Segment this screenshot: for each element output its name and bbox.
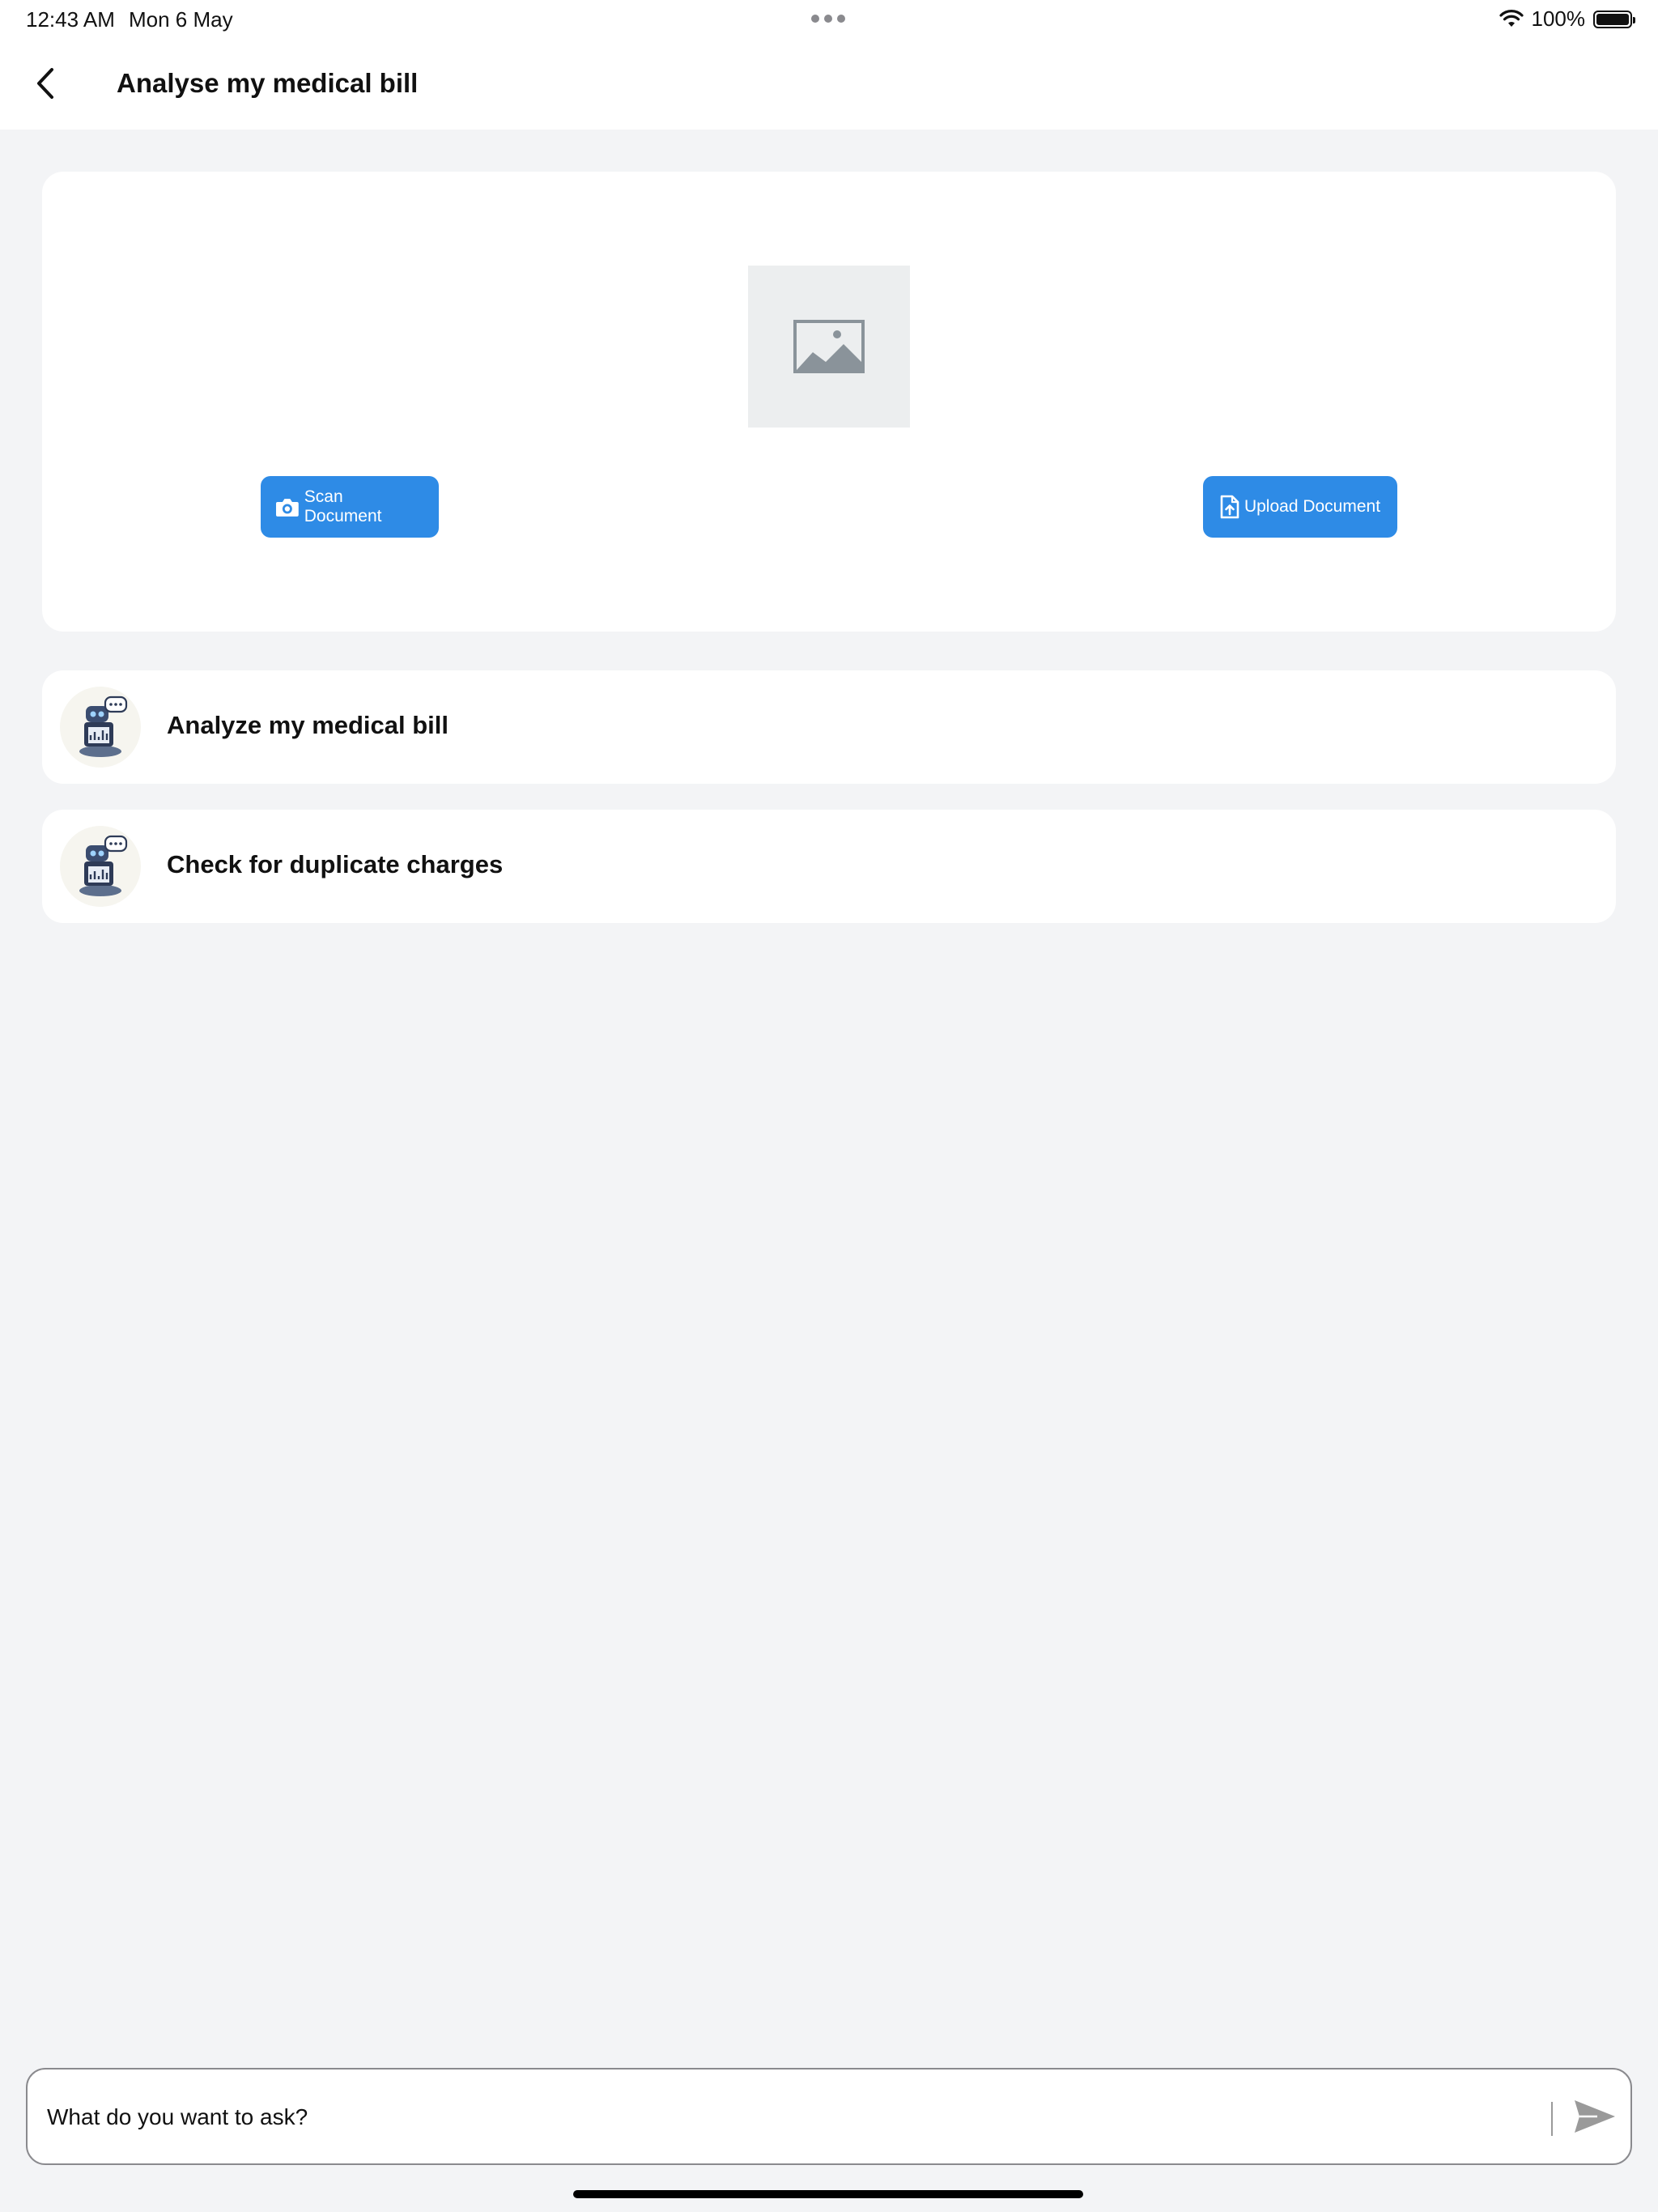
chat-input-bar [26, 2068, 1632, 2165]
document-upload-card: Scan Document Upload Document [42, 172, 1616, 632]
home-indicator[interactable] [573, 2190, 1083, 2198]
prompt-label: Check for duplicate charges [167, 850, 504, 878]
image-placeholder [748, 266, 910, 428]
status-date: Mon 6 May [129, 7, 233, 32]
send-icon [1575, 2100, 1615, 2133]
file-upload-icon [1220, 495, 1239, 519]
prompt-analyze-medical-bill[interactable]: Analyze my medical bill [42, 670, 1616, 784]
prompt-check-duplicate-charges[interactable]: Check for duplicate charges [42, 810, 1616, 923]
status-time: 12:43 AM [26, 7, 115, 32]
robot-assistant-avatar [60, 687, 141, 768]
camera-icon [275, 499, 299, 517]
chevron-left-icon [37, 68, 53, 99]
text-cursor-divider [1551, 2102, 1553, 2136]
multitasking-dots-icon[interactable] [811, 15, 845, 23]
navigation-bar: Analyse my medical bill [0, 39, 1658, 130]
prompt-label: Analyze my medical bill [167, 711, 449, 739]
status-bar: 12:43 AM Mon 6 May 100% [0, 0, 1658, 39]
page-title: Analyse my medical bill [117, 68, 419, 98]
scan-document-label: Scan Document [304, 487, 382, 525]
back-button[interactable] [29, 63, 62, 104]
scan-document-button[interactable]: Scan Document [261, 476, 439, 538]
send-button[interactable] [1571, 2092, 1619, 2141]
battery-icon [1593, 10, 1635, 28]
upload-document-label: Upload Document [1244, 497, 1381, 516]
wifi-icon [1499, 9, 1524, 27]
battery-percent: 100% [1531, 6, 1586, 31]
status-indicators: 100% [1499, 6, 1635, 32]
chat-input[interactable] [45, 2094, 1554, 2141]
robot-assistant-avatar [60, 826, 141, 907]
upload-document-button[interactable]: Upload Document [1203, 476, 1397, 538]
image-icon [793, 320, 865, 373]
